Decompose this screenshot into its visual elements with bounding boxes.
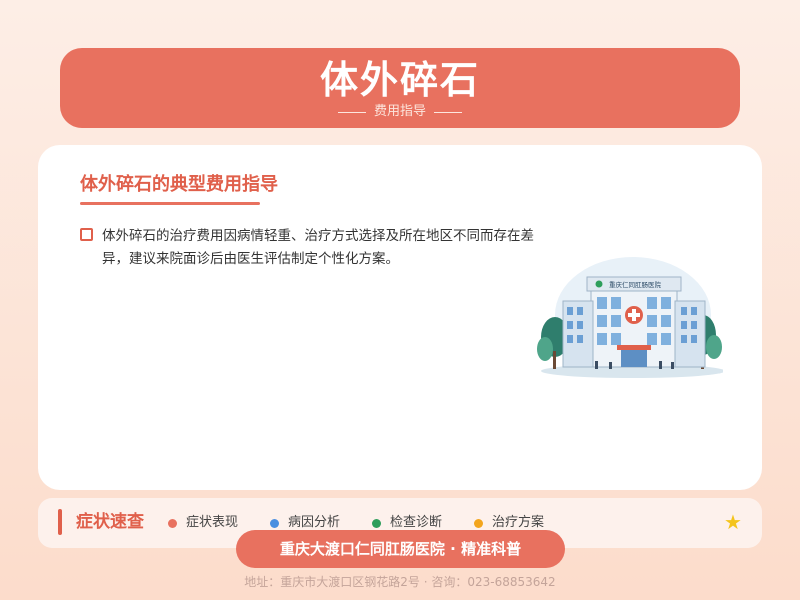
page-title: 体外碎石 xyxy=(319,58,480,102)
quick-item-symptoms[interactable]: 症状表现 xyxy=(168,514,238,532)
card-title-underline xyxy=(80,202,260,205)
subtitle-left-line xyxy=(337,111,366,113)
hospital-building-icon: 重庆仁同肛肠医院 xyxy=(537,257,725,378)
page-subtitle: 费用指导 xyxy=(60,104,740,120)
blue-dot-icon xyxy=(270,518,279,528)
quickbar-title: 症状速查 xyxy=(76,512,144,532)
orange-dot-icon xyxy=(474,518,483,528)
bullet-square-icon xyxy=(80,228,93,241)
content-card: 体外碎石的典型费用指导 体外碎石的治疗费用因病情轻重、治疗方式选择及所在地区不同… xyxy=(38,145,762,490)
star-icon: ★ xyxy=(724,510,742,534)
card-title: 体外碎石的典型费用指导 xyxy=(80,174,278,195)
quick-item-label: 症状表现 xyxy=(186,515,239,530)
header-banner: 体外碎石 费用指导 xyxy=(60,48,740,128)
footer-address: 地址：重庆市大渡口区钢花路2号 · 咨询：023-68853642 xyxy=(244,575,556,589)
hospital-brand-pill: 重庆大渡口仁同肛肠医院 · 精准科普 xyxy=(236,530,565,568)
subtitle-text: 费用指导 xyxy=(373,104,426,119)
green-dot-icon xyxy=(372,518,381,528)
hospital-illustration: 重庆仁同肛肠医院 xyxy=(533,255,725,380)
card-body-text: 体外碎石的治疗费用因病情轻重、治疗方式选择及所在地区不同而存在差异，建议来院面诊… xyxy=(102,228,534,267)
subtitle-right-line xyxy=(434,111,462,113)
red-dot-icon xyxy=(168,518,177,528)
quickbar-accent xyxy=(58,509,62,535)
hospital-sign: 重庆仁同肛肠医院 xyxy=(609,280,662,289)
